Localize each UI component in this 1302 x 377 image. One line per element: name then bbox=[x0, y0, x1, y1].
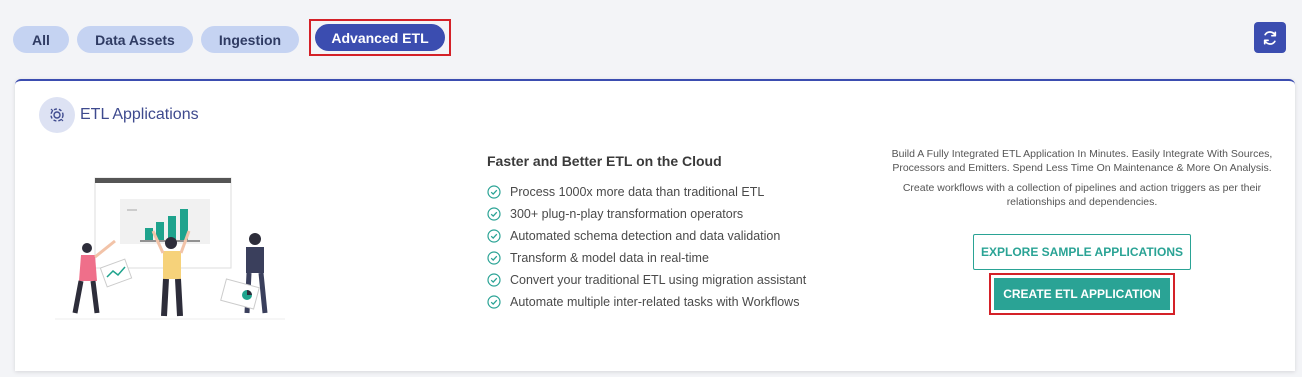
description-primary: Build A Fully Integrated ETL Application… bbox=[891, 148, 1273, 174]
feature-item: Automate multiple inter-related tasks wi… bbox=[487, 291, 806, 313]
check-circle-icon bbox=[487, 185, 501, 199]
etl-illustration bbox=[55, 177, 285, 320]
feature-text: Transform & model data in real-time bbox=[510, 251, 709, 265]
feature-item: Transform & model data in real-time bbox=[487, 247, 806, 269]
description-secondary: Create workflows with a collection of pi… bbox=[902, 182, 1262, 208]
check-circle-icon bbox=[487, 207, 501, 221]
feature-text: Automated schema detection and data vali… bbox=[510, 229, 781, 243]
explore-sample-applications-button[interactable]: EXPLORE SAMPLE APPLICATIONS bbox=[973, 234, 1191, 270]
tab-all[interactable]: All bbox=[13, 26, 69, 53]
feature-text: Convert your traditional ETL using migra… bbox=[510, 273, 807, 287]
feature-text: 300+ plug-n-play transformation operator… bbox=[510, 207, 744, 221]
tab-data-assets[interactable]: Data Assets bbox=[77, 26, 193, 53]
highlight-box: CREATE ETL APPLICATION bbox=[989, 273, 1175, 315]
feature-text: Automate multiple inter-related tasks wi… bbox=[510, 295, 800, 309]
actions-panel: Build A Fully Integrated ETL Application… bbox=[887, 147, 1277, 315]
features-panel: Faster and Better ETL on the Cloud Proce… bbox=[487, 153, 806, 313]
card-header: ETL Applications bbox=[39, 97, 199, 133]
filter-tabs: All Data Assets Ingestion Advanced ETL bbox=[13, 19, 451, 56]
feature-item: 300+ plug-n-play transformation operator… bbox=[487, 203, 806, 225]
tab-advanced-etl[interactable]: Advanced ETL bbox=[315, 24, 445, 51]
check-circle-icon bbox=[487, 251, 501, 265]
card-title: ETL Applications bbox=[80, 106, 199, 123]
feature-text: Process 1000x more data than traditional… bbox=[510, 185, 765, 199]
feature-item: Process 1000x more data than traditional… bbox=[487, 181, 806, 203]
highlight-box: Advanced ETL bbox=[309, 19, 451, 56]
tab-ingestion[interactable]: Ingestion bbox=[201, 26, 299, 53]
etl-gear-icon bbox=[39, 97, 75, 133]
refresh-icon bbox=[1263, 30, 1277, 45]
create-etl-application-button[interactable]: CREATE ETL APPLICATION bbox=[994, 278, 1170, 310]
feature-item: Automated schema detection and data vali… bbox=[487, 225, 806, 247]
features-title: Faster and Better ETL on the Cloud bbox=[487, 153, 722, 169]
check-circle-icon bbox=[487, 295, 501, 309]
etl-applications-card: ETL Applications Faster and Better ETL o… bbox=[15, 79, 1295, 371]
feature-item: Convert your traditional ETL using migra… bbox=[487, 269, 806, 291]
refresh-button[interactable] bbox=[1254, 22, 1286, 53]
check-circle-icon bbox=[487, 229, 501, 243]
check-circle-icon bbox=[487, 273, 501, 287]
